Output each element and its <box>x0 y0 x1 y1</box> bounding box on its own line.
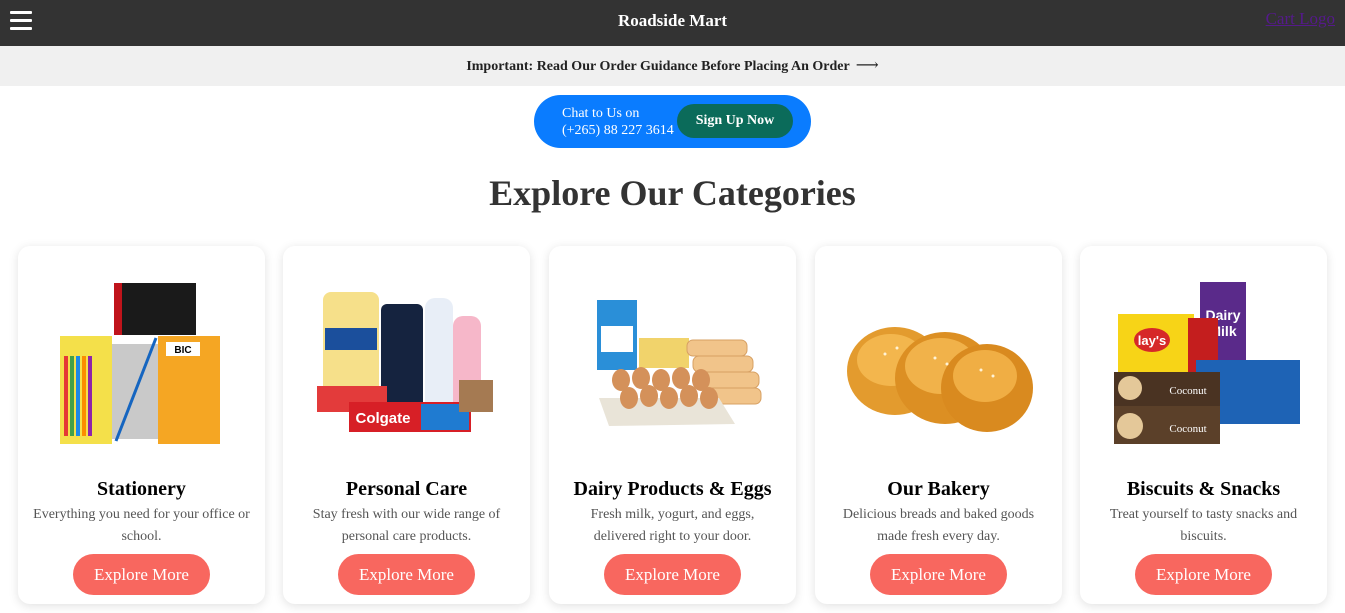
explore-more-button[interactable]: Explore More <box>604 554 741 595</box>
dairy-eggs-image <box>597 300 762 426</box>
category-title: Stationery <box>97 478 186 500</box>
explore-more-button[interactable]: Explore More <box>870 554 1007 595</box>
svg-text:Coconut: Coconut <box>1169 385 1206 397</box>
arrow-right-icon: ⟶ <box>855 57 879 74</box>
svg-text:BIC: BIC <box>174 345 191 356</box>
category-description: Stay fresh with our wide range of person… <box>312 507 501 544</box>
bakery-image <box>847 327 1033 432</box>
explore-more-button[interactable]: Explore More <box>73 554 210 595</box>
section-title: Explore Our Categories <box>489 173 856 213</box>
order-guidance-banner[interactable]: Important: Read Our Order Guidance Befor… <box>0 46 1345 86</box>
personal-care-image: Colgate <box>317 292 493 432</box>
top-navbar: Roadside Mart Cart Logo <box>0 0 1345 46</box>
category-card-personal-care: Colgate Personal Care Stay fresh with ou… <box>283 246 530 604</box>
sign-up-button[interactable]: Sign Up Now <box>677 104 793 138</box>
svg-text:Colgate: Colgate <box>355 410 410 427</box>
chat-phone: (+265) 88 227 3614 <box>562 123 674 138</box>
biscuits-snacks-image: Dairy Milk lay's Coconut Coconut <box>1114 282 1300 444</box>
category-title: Personal Care <box>345 478 468 500</box>
chat-contact-text: Chat to Us on (+265) 88 227 3614 <box>562 105 674 139</box>
order-guidance-text: Important: Read Our Order Guidance Befor… <box>466 59 850 74</box>
category-title: Dairy Products & Eggs <box>573 478 772 500</box>
category-description: Delicious breads and baked goods made fr… <box>842 507 1035 544</box>
svg-text:lay's: lay's <box>1138 333 1166 348</box>
site-title: Roadside Mart <box>617 11 728 30</box>
category-title: Our Bakery <box>887 478 990 500</box>
category-card-stationery: BIC Stationery Everything you need for y… <box>18 246 265 604</box>
explore-more-button[interactable]: Explore More <box>1135 554 1272 595</box>
chat-label: Chat to Us on <box>562 106 640 121</box>
category-title: Biscuits & Snacks <box>1126 478 1281 500</box>
explore-more-button[interactable]: Explore More <box>338 554 475 595</box>
category-card-biscuits-snacks: Dairy Milk lay's Coconut Coconut Biscuit… <box>1080 246 1327 604</box>
category-card-bakery: Our Bakery Delicious breads and baked go… <box>815 246 1062 604</box>
stationery-image: BIC <box>60 283 220 444</box>
category-description: Everything you need for your office or s… <box>33 507 250 544</box>
category-description: Treat yourself to tasty snacks and biscu… <box>1109 507 1298 544</box>
category-card-dairy-eggs: Dairy Products & Eggs Fresh milk, yogurt… <box>549 246 796 604</box>
svg-text:Coconut: Coconut <box>1169 423 1206 435</box>
cart-link[interactable]: Cart Logo <box>1266 9 1335 29</box>
category-description: Fresh milk, yogurt, and eggs, delivered … <box>590 507 755 544</box>
chat-contact-pill: Chat to Us on (+265) 88 227 3614 Sign Up… <box>534 95 811 148</box>
